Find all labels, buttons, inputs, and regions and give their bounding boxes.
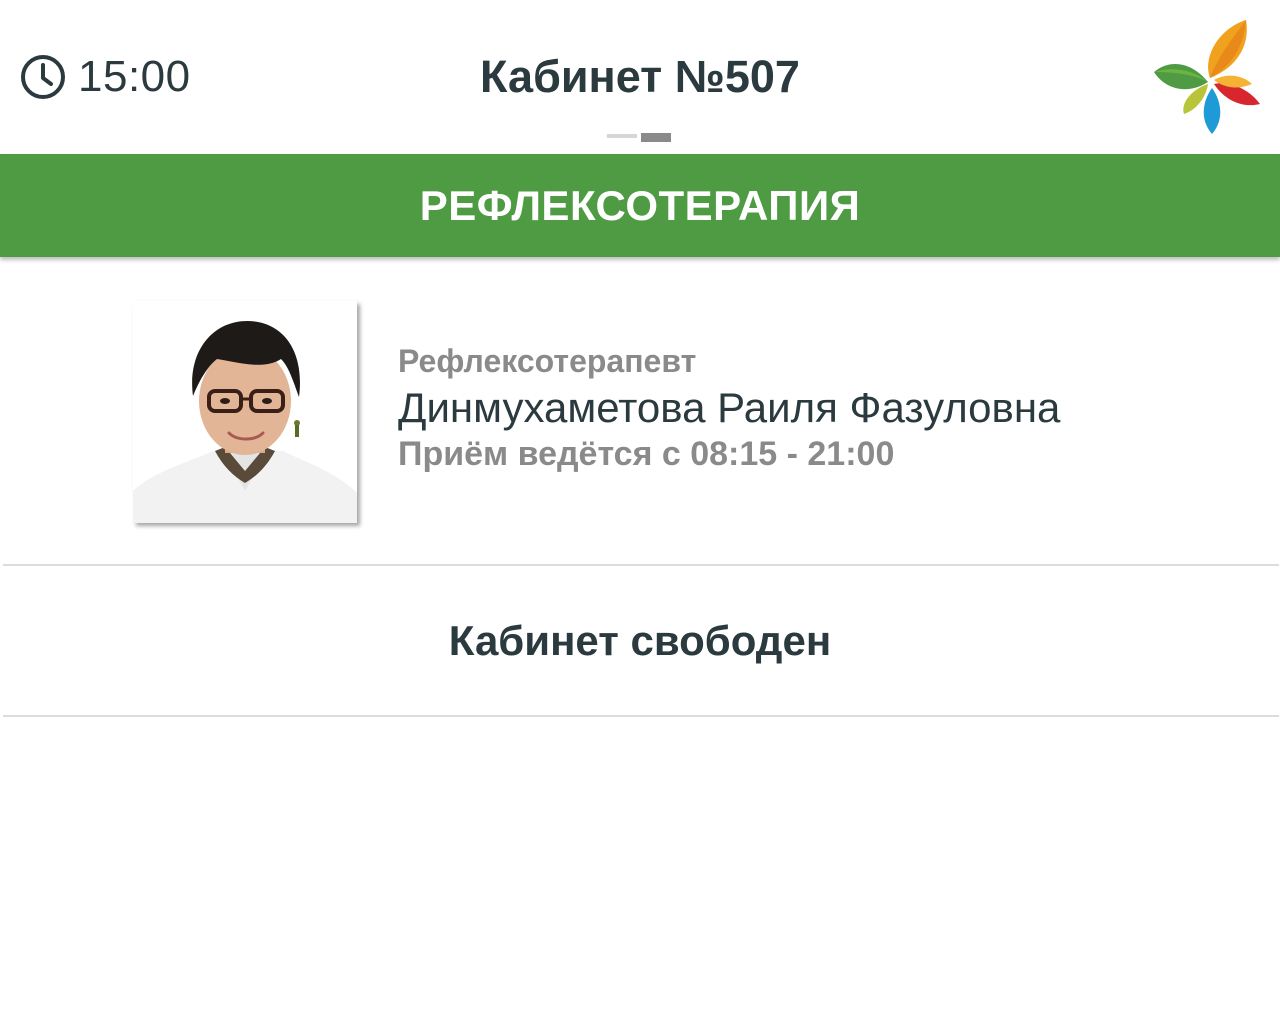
doctor-photo: [133, 301, 357, 523]
room-display-screen: 15:00 Кабинет №507 РЕФЛЕКСОТЕРАПИЯ Рефле…: [0, 0, 1280, 1024]
doctor-name: Динмухаметова Раиля Фазуловна: [398, 384, 1061, 431]
clock-time: 15:00: [78, 52, 191, 101]
page-indicator: [607, 133, 671, 142]
room-status: Кабинет свободен: [0, 567, 1280, 715]
doctor-info: Рефлексотерапевт Динмухаметова Раиля Фаз…: [398, 341, 1060, 475]
page-indicator-dot: [607, 134, 637, 138]
room-title: Кабинет №507: [480, 51, 800, 102]
room-status-text: Кабинет свободен: [448, 617, 832, 664]
clock: 15:00: [20, 52, 191, 102]
clock-icon: [20, 54, 66, 100]
doctor-hours: Приём ведётся с 08:15 - 21:00: [398, 435, 895, 473]
divider: [3, 715, 1279, 717]
header: 15:00 Кабинет №507: [0, 0, 1280, 154]
butterfly-logo-icon: [1150, 16, 1266, 138]
specialty-banner: РЕФЛЕКСОТЕРАПИЯ: [0, 154, 1280, 257]
specialty-title: РЕФЛЕКСОТЕРАПИЯ: [419, 181, 861, 229]
divider: [3, 564, 1279, 566]
doctor-role: Рефлексотерапевт: [398, 343, 697, 379]
doctor-card: Рефлексотерапевт Динмухаметова Раиля Фаз…: [0, 257, 1280, 565]
page-indicator-dot-active: [641, 133, 671, 142]
